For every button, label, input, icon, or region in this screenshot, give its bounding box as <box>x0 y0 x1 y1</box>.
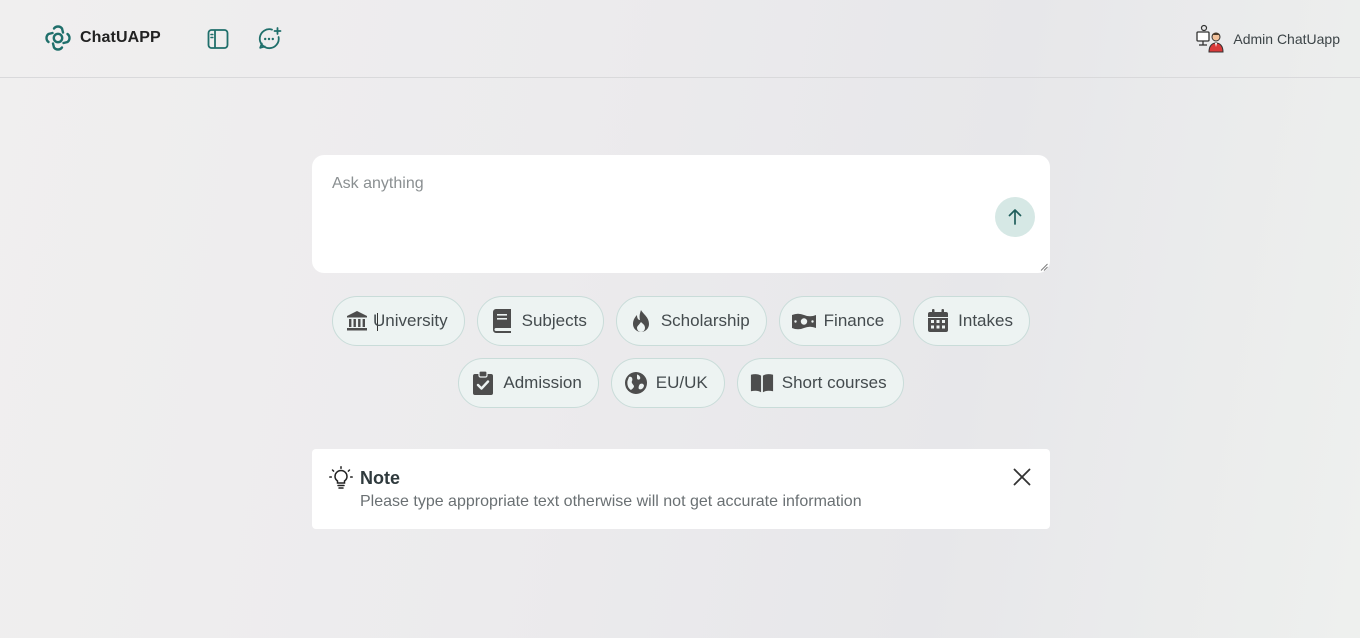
clipboard-check-icon <box>471 371 495 395</box>
chip-intakes[interactable]: Intakes <box>913 296 1030 346</box>
chip-label: Short courses <box>781 373 887 392</box>
arrow-up-icon <box>1008 209 1022 225</box>
note-title: Note <box>360 468 400 488</box>
chip-label: Intakes <box>958 311 1013 330</box>
suggestion-chips: University Subjects Scholarship Finance … <box>312 296 1050 408</box>
ask-input[interactable] <box>312 155 1050 273</box>
chip-label: EU/UK <box>655 373 708 392</box>
chip-label: Subjects <box>521 311 587 330</box>
chip-label: Admission <box>503 373 582 392</box>
sidebar-toggle-button[interactable] <box>205 26 231 52</box>
globe-icon <box>624 371 648 395</box>
flame-icon <box>629 309 653 333</box>
ask-box <box>312 155 1050 273</box>
chip-label: Finance <box>823 311 885 330</box>
app-name: ChatUAPP <box>80 29 161 46</box>
money-icon <box>791 309 816 333</box>
chat-logo-icon <box>45 25 71 51</box>
user-name: Admin ChatUapp <box>1233 31 1340 47</box>
chip-university[interactable]: University <box>332 296 465 346</box>
chip-admission[interactable]: Admission <box>458 358 599 408</box>
close-icon <box>1013 468 1031 486</box>
user-menu[interactable]: Admin ChatUapp <box>1195 24 1340 54</box>
admin-avatar-icon <box>1196 24 1224 53</box>
book-icon <box>490 309 514 333</box>
chip-eu-uk[interactable]: EU/UK <box>610 358 725 408</box>
top-bar: ChatUAPP Admin ChatUapp <box>0 0 1360 78</box>
note-text: Please type appropriate text otherwise w… <box>360 493 862 510</box>
note-close-button[interactable] <box>1012 467 1032 487</box>
calendar-icon <box>926 309 950 333</box>
lightbulb-icon <box>329 466 353 489</box>
sidebar-toggle-icon <box>207 29 229 49</box>
note-panel: Note Please type appropriate text otherw… <box>312 449 1050 529</box>
chip-label: University <box>373 311 448 330</box>
brand[interactable]: ChatUAPP <box>44 24 161 52</box>
new-chat-icon <box>258 27 282 50</box>
university-icon <box>345 309 369 333</box>
chip-label: Scholarship <box>660 311 750 330</box>
send-button[interactable] <box>995 197 1035 237</box>
open-book-icon <box>750 371 774 395</box>
chip-scholarship[interactable]: Scholarship <box>615 296 767 346</box>
chip-short-courses[interactable]: Short courses <box>736 358 904 408</box>
chip-subjects[interactable]: Subjects <box>476 296 604 346</box>
chip-finance[interactable]: Finance <box>778 296 902 346</box>
new-chat-button[interactable] <box>257 26 283 52</box>
resize-grip-icon[interactable] <box>1040 263 1048 271</box>
